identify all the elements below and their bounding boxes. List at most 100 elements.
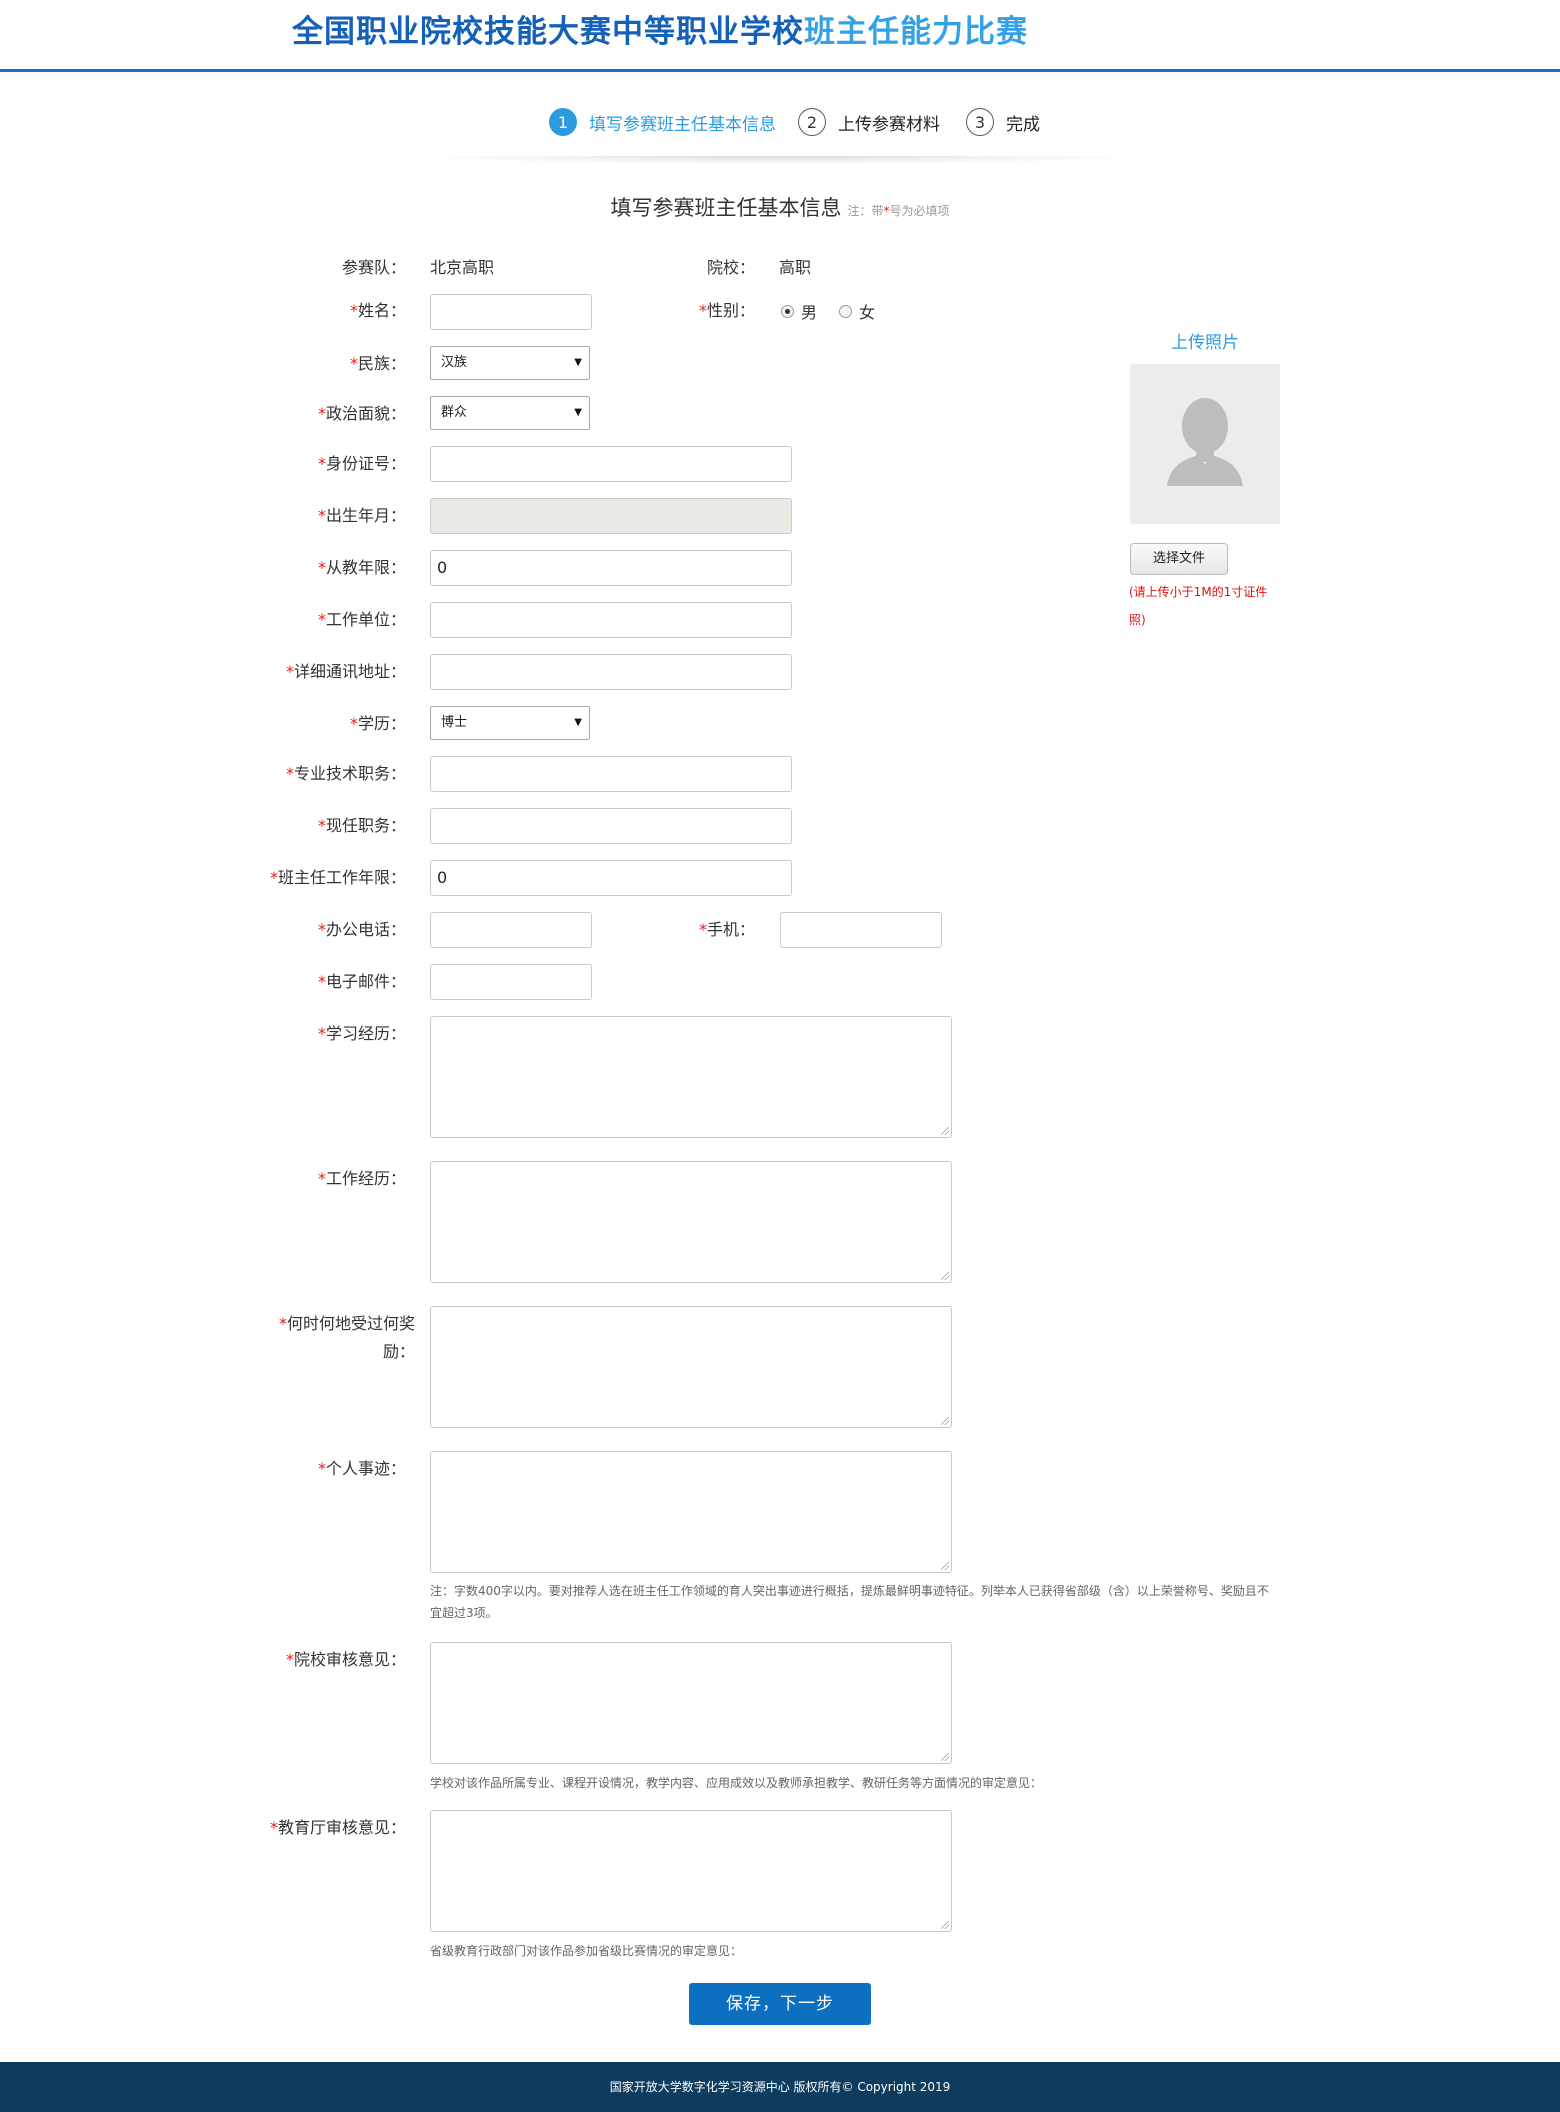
step-indicator: 1 填写参赛班主任基本信息 2 上传参赛材料 3 完成 [0,102,1560,142]
gender-female-label: 女 [859,303,876,322]
required-star: * [317,610,326,629]
required-star: * [317,1024,326,1043]
required-star: * [317,972,326,991]
site-title-highlight: 班主任能力比赛 [804,14,1028,50]
resize-grip-icon[interactable] [941,1562,949,1570]
mobile-input[interactable] [780,912,942,948]
required-star: * [269,1818,278,1837]
work-history-textarea[interactable] [430,1161,952,1283]
photo-placeholder [1130,364,1280,524]
office-phone-input[interactable] [430,912,592,948]
id-number-input[interactable] [430,446,792,482]
gender-male-label: 男 [801,303,818,322]
address-input[interactable] [430,654,792,690]
site-header: 全国职业院校技能大赛中等职业学校班主任能力比赛 [0,0,1560,72]
mobile-label: *手机： [699,916,755,940]
ethnicity-label: *民族： [350,350,406,374]
school-review-textarea[interactable] [430,1642,952,1764]
required-star: * [317,920,326,939]
form-title: 填写参赛班主任基本信息 [610,196,842,220]
required-star: * [349,354,358,373]
resize-grip-icon[interactable] [941,1272,949,1280]
address-label: *详细通讯地址： [286,658,406,682]
name-input[interactable] [430,294,592,330]
radio-selected-icon [781,304,794,318]
required-star: * [349,301,358,320]
step-3-number: 3 [966,108,994,136]
site-footer: 国家开放大学数字化学习资源中心 版权所有© Copyright 2019 [0,2062,1560,2112]
workplace-label-text: 工作单位： [325,610,406,629]
required-star: * [317,506,326,525]
professional-title-input[interactable] [430,756,792,792]
study-history-label: *学习经历： [318,1020,406,1044]
avatar-placeholder-icon [1167,398,1243,486]
required-star: * [698,920,707,939]
political-select[interactable]: 群众 ▼ [430,396,590,430]
required-note-prefix: 注：带 [847,204,884,218]
email-label: *电子邮件： [318,968,406,992]
resize-grip-icon[interactable] [941,1753,949,1761]
id-number-label: *身份证号： [318,450,406,474]
study-history-textarea[interactable] [430,1016,952,1138]
professional-title-label-text: 专业技术职务： [293,764,406,783]
work-history-label: *工作经历： [318,1165,406,1189]
resize-grip-icon[interactable] [941,1127,949,1135]
ethnicity-label-text: 民族： [357,354,406,373]
current-position-input[interactable] [430,808,792,844]
study-history-label-text: 学习经历： [325,1024,406,1043]
current-position-label-text: 现任职务： [325,816,406,835]
gender-radio-male[interactable]: 男 [781,299,817,323]
step-3-label: 完成 [1006,114,1040,135]
required-star: * [317,404,326,423]
choose-file-button[interactable]: 选择文件 [1130,543,1228,575]
dropdown-arrow-icon: ▼ [574,717,582,728]
page: 全国职业院校技能大赛中等职业学校班主任能力比赛 1 填写参赛班主任基本信息 2 … [0,0,1560,2112]
radio-unselected-icon [839,304,852,318]
step-2-label: 上传参赛材料 [838,114,940,135]
required-star: * [317,1459,326,1478]
teaching-years-label-text: 从教年限： [325,558,406,577]
education-selected: 博士 [441,715,468,730]
awards-textarea[interactable] [430,1306,952,1428]
gender-radio-female[interactable]: 女 [839,299,875,323]
name-label-text: 姓名： [357,301,406,320]
edu-review-textarea[interactable] [430,1810,952,1932]
resize-grip-icon[interactable] [941,1417,949,1425]
teaching-years-input[interactable]: 0 [430,550,792,586]
political-label: *政治面貌： [318,400,406,424]
ethnicity-select[interactable]: 汉族 ▼ [430,346,590,380]
personal-deeds-label-text: 个人事迹： [325,1459,406,1478]
photo-upload-note: (请上传小于1M的1寸证件照) [1129,585,1268,627]
required-star: * [285,764,294,783]
head-teacher-years-label: *班主任工作年限： [270,864,406,888]
education-select[interactable]: 博士 ▼ [430,706,590,740]
gender-label: *性别： [699,297,755,321]
awards-label-line1: 何时何地受过何奖 [286,1314,415,1333]
political-label-text: 政治面貌： [325,404,406,423]
workplace-input[interactable] [430,602,792,638]
school-review-label-text: 院校审核意见： [293,1650,406,1669]
mobile-label-text: 手机： [706,920,755,939]
required-star: * [269,868,278,887]
ethnicity-selected: 汉族 [441,355,468,370]
education-label: *学历： [350,710,406,734]
step-1-number: 1 [549,108,577,136]
save-next-button[interactable]: 保存，下一步 [689,1983,871,2025]
resize-grip-icon[interactable] [941,1921,949,1929]
head-teacher-years-input[interactable]: 0 [430,860,792,896]
email-input[interactable] [430,964,592,1000]
address-label-text: 详细通讯地址： [293,662,406,681]
personal-deeds-textarea[interactable] [430,1451,952,1573]
edu-review-hint: 省级教育行政部门对该作品参加省级比赛情况的审定意见： [430,1944,743,1958]
required-star: * [278,1314,287,1333]
dropdown-arrow-icon: ▼ [574,407,582,418]
current-position-label: *现任职务： [318,812,406,836]
form-heading: 填写参赛班主任基本信息 注：带*号为必填项 [0,192,1560,222]
required-star: * [698,301,707,320]
team-label: 参赛队： [341,258,406,277]
personal-deeds-hint: 注：字数400字以内。要对推荐人选在班主任工作领域的育人突出事迹进行概括，提炼最… [430,1584,1269,1620]
required-star: * [349,714,358,733]
birth-input [430,498,792,534]
school-value: 高职 [779,258,812,277]
teaching-years-label: *从教年限： [318,554,406,578]
